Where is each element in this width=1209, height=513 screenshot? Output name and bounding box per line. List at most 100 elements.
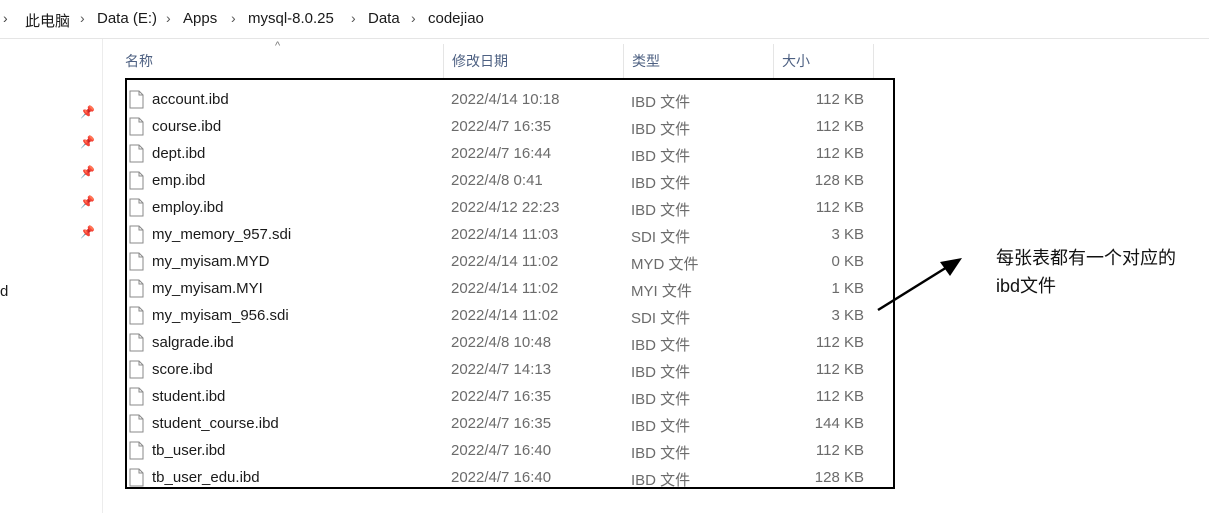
- chevron-right-icon[interactable]: ›: [3, 10, 8, 26]
- file-size: 128 KB: [814, 469, 864, 486]
- file-modified: 2022/4/14 11:02: [451, 280, 559, 297]
- file-type: MYI 文件: [631, 283, 692, 300]
- column-header-size[interactable]: 大小: [773, 44, 873, 78]
- file-icon: [129, 333, 144, 352]
- file-row[interactable]: tb_user_edu.ibd 2022/4/7 16:40 IBD 文件 128 K…: [0, 466, 1209, 493]
- file-icon: [129, 90, 144, 109]
- file-modified: 2022/4/7 16:44: [451, 145, 552, 162]
- file-name[interactable]: student.ibd: [152, 388, 225, 405]
- file-row[interactable]: emp.ibd 2022/4/8 0:41 IBD 文件 128 KB: [0, 169, 1209, 196]
- column-divider[interactable]: [873, 44, 874, 78]
- file-modified: 2022/4/8 0:41: [451, 172, 543, 189]
- file-icon: [129, 360, 144, 379]
- file-modified: 2022/4/14 11:03: [451, 226, 559, 243]
- file-name[interactable]: my_myisam.MYI: [152, 280, 263, 297]
- breadcrumb-mysql[interactable]: mysql-8.0.25: [248, 10, 334, 27]
- file-type: IBD 文件: [631, 337, 691, 354]
- annotation-text: 每张表都有一个对应的 ibd文件: [996, 244, 1176, 300]
- breadcrumb-apps[interactable]: Apps: [183, 10, 217, 27]
- file-icon: [129, 279, 144, 298]
- file-type: IBD 文件: [631, 472, 691, 489]
- address-breadcrumb[interactable]: › 此电脑 › Data (E:) › Apps › mysql-8.0.25 …: [0, 0, 1209, 39]
- chevron-right-icon[interactable]: ›: [231, 10, 236, 26]
- breadcrumb-codejiao[interactable]: codejiao: [428, 10, 484, 27]
- chevron-right-icon[interactable]: ›: [411, 10, 416, 26]
- file-row[interactable]: employ.ibd 2022/4/12 22:23 IBD 文件 112 KB: [0, 196, 1209, 223]
- file-size: 112 KB: [815, 118, 864, 135]
- file-modified: 2022/4/12 22:23: [451, 199, 560, 216]
- column-header-size-label: 大小: [782, 53, 810, 69]
- file-icon: [129, 144, 144, 163]
- file-icon: [129, 117, 144, 136]
- file-size: 112 KB: [815, 388, 864, 405]
- file-row[interactable]: my_myisam_956.sdi 2022/4/14 11:02 SDI 文件 3 …: [0, 304, 1209, 331]
- column-header-name[interactable]: 名称: [116, 44, 443, 78]
- file-type: IBD 文件: [631, 445, 691, 462]
- file-name[interactable]: my_myisam.MYD: [152, 253, 270, 270]
- file-size: 112 KB: [815, 91, 864, 108]
- column-header-modified[interactable]: 修改日期: [443, 44, 623, 78]
- file-name[interactable]: account.ibd: [152, 91, 229, 108]
- file-row[interactable]: student.ibd 2022/4/7 16:35 IBD 文件 112 KB: [0, 385, 1209, 412]
- column-header-type-label: 类型: [632, 53, 660, 69]
- file-modified: 2022/4/8 10:48: [451, 334, 552, 351]
- file-icon: [129, 198, 144, 217]
- file-modified: 2022/4/7 16:35: [451, 415, 552, 432]
- file-size: 144 KB: [814, 415, 864, 432]
- breadcrumb-drive[interactable]: Data (E:): [97, 10, 157, 27]
- file-size: 3 KB: [831, 307, 864, 324]
- file-name[interactable]: score.ibd: [152, 361, 213, 378]
- annotation-line-2: ibd文件: [996, 276, 1057, 296]
- file-modified: 2022/4/14 11:02: [451, 253, 559, 270]
- column-header-type[interactable]: 类型: [623, 44, 773, 78]
- file-row[interactable]: tb_user.ibd 2022/4/7 16:40 IBD 文件 112 KB: [0, 439, 1209, 466]
- chevron-right-icon[interactable]: ›: [166, 10, 171, 26]
- file-name[interactable]: tb_user.ibd: [152, 442, 225, 459]
- file-icon: [129, 414, 144, 433]
- file-row[interactable]: account.ibd 2022/4/14 10:18 IBD 文件 112 KB: [0, 88, 1209, 115]
- chevron-right-icon[interactable]: ›: [80, 10, 85, 26]
- file-size: 112 KB: [815, 334, 864, 351]
- file-name[interactable]: salgrade.ibd: [152, 334, 234, 351]
- chevron-right-icon[interactable]: ›: [351, 10, 356, 26]
- file-type: IBD 文件: [631, 148, 691, 165]
- file-row[interactable]: student_course.ibd 2022/4/7 16:35 IBD 文件 14…: [0, 412, 1209, 439]
- file-name[interactable]: course.ibd: [152, 118, 221, 135]
- file-name[interactable]: emp.ibd: [152, 172, 205, 189]
- file-type: IBD 文件: [631, 391, 691, 408]
- file-row[interactable]: dept.ibd 2022/4/7 16:44 IBD 文件 112 KB: [0, 142, 1209, 169]
- file-name[interactable]: student_course.ibd: [152, 415, 279, 432]
- annotation-arrow-icon: [877, 258, 962, 312]
- file-icon: [129, 468, 144, 487]
- file-type: IBD 文件: [631, 364, 691, 381]
- file-type: IBD 文件: [631, 94, 691, 111]
- file-type: IBD 文件: [631, 121, 691, 138]
- file-name[interactable]: dept.ibd: [152, 145, 205, 162]
- file-type: IBD 文件: [631, 175, 691, 192]
- file-type: SDI 文件: [631, 310, 691, 327]
- file-modified: 2022/4/7 16:40: [451, 442, 552, 459]
- file-modified: 2022/4/7 14:13: [451, 361, 552, 378]
- file-name[interactable]: tb_user_edu.ibd: [152, 469, 260, 486]
- file-name[interactable]: my_memory_957.sdi: [152, 226, 291, 243]
- file-row[interactable]: salgrade.ibd 2022/4/8 10:48 IBD 文件 112 KB: [0, 331, 1209, 358]
- file-name[interactable]: my_myisam_956.sdi: [152, 307, 289, 324]
- column-header-modified-label: 修改日期: [452, 53, 508, 69]
- file-size: 112 KB: [815, 442, 864, 459]
- file-name[interactable]: employ.ibd: [152, 199, 223, 216]
- file-modified: 2022/4/14 11:02: [451, 307, 559, 324]
- file-type: MYD 文件: [631, 256, 699, 273]
- file-size: 1 KB: [831, 280, 864, 297]
- file-icon: [129, 252, 144, 271]
- breadcrumb-this-pc[interactable]: 此电脑: [25, 10, 70, 31]
- file-modified: 2022/4/7 16:35: [451, 118, 552, 135]
- file-type: IBD 文件: [631, 202, 691, 219]
- file-type: IBD 文件: [631, 418, 691, 435]
- file-row[interactable]: course.ibd 2022/4/7 16:35 IBD 文件 112 KB: [0, 115, 1209, 142]
- breadcrumb-data[interactable]: Data: [368, 10, 400, 27]
- file-modified: 2022/4/7 16:40: [451, 469, 552, 486]
- file-size: 3 KB: [831, 226, 864, 243]
- file-row[interactable]: score.ibd 2022/4/7 14:13 IBD 文件 112 KB: [0, 358, 1209, 385]
- file-size: 0 KB: [831, 253, 864, 270]
- file-size: 112 KB: [815, 361, 864, 378]
